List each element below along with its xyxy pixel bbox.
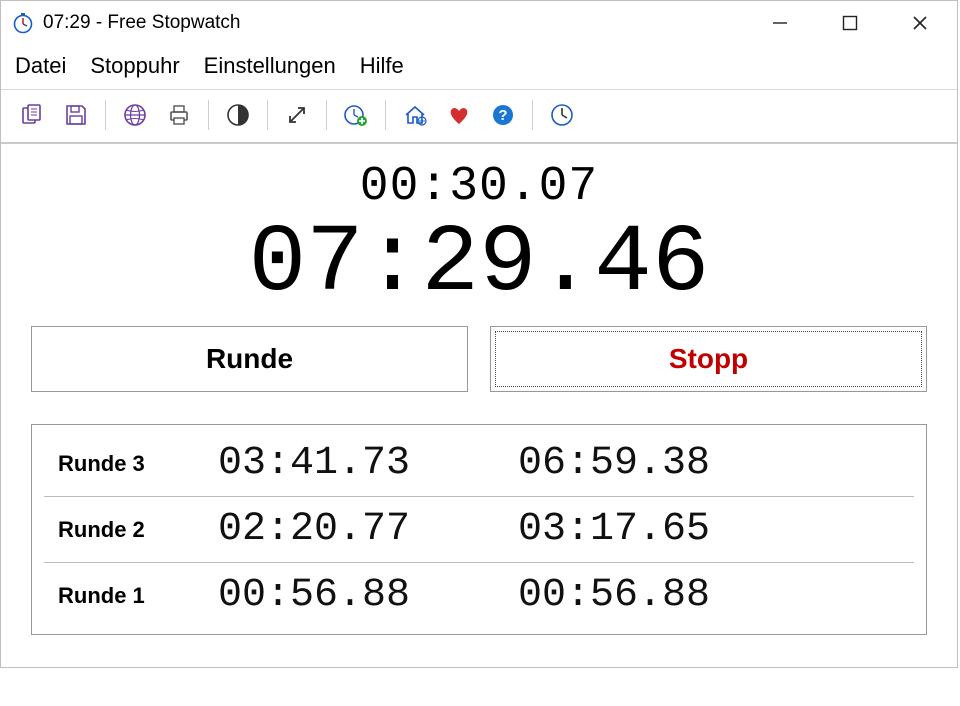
lap-row: Runde 2 02:20.77 03:17.65 bbox=[44, 497, 914, 563]
toolbar-separator bbox=[267, 100, 268, 130]
lap-total-time: 06:59.38 bbox=[518, 441, 818, 486]
save-icon[interactable] bbox=[59, 98, 93, 132]
stop-button[interactable]: Stopp bbox=[490, 326, 927, 392]
toolbar: ? bbox=[1, 90, 957, 144]
window-title: 07:29 - Free Stopwatch bbox=[43, 12, 745, 34]
lap-split-time: 02:20.77 bbox=[218, 507, 518, 552]
laps-panel: Runde 3 03:41.73 06:59.38 Runde 2 02:20.… bbox=[31, 424, 927, 635]
toolbar-separator bbox=[105, 100, 106, 130]
lap-total-time: 00:56.88 bbox=[518, 573, 818, 618]
toolbar-separator bbox=[208, 100, 209, 130]
lap-row: Runde 3 03:41.73 06:59.38 bbox=[44, 431, 914, 497]
toolbar-separator bbox=[326, 100, 327, 130]
lap-label: Runde 3 bbox=[58, 451, 218, 477]
lap-split-time: 03:41.73 bbox=[218, 441, 518, 486]
menu-settings[interactable]: Einstellungen bbox=[204, 53, 336, 79]
add-clock-icon[interactable] bbox=[339, 98, 373, 132]
help-icon[interactable]: ? bbox=[486, 98, 520, 132]
home-icon[interactable] bbox=[398, 98, 432, 132]
window-controls bbox=[745, 1, 955, 45]
lap-row: Runde 1 00:56.88 00:56.88 bbox=[44, 563, 914, 628]
toolbar-separator bbox=[532, 100, 533, 130]
time-display: 00:30.07 07:29.46 Runde Stopp bbox=[1, 144, 957, 420]
lap-label: Runde 1 bbox=[58, 583, 218, 609]
lap-split-time: 00:56.88 bbox=[218, 573, 518, 618]
fullscreen-icon[interactable] bbox=[280, 98, 314, 132]
lap-button[interactable]: Runde bbox=[31, 326, 468, 392]
globe-icon[interactable] bbox=[118, 98, 152, 132]
lap-total-time: 03:17.65 bbox=[518, 507, 818, 552]
menu-file[interactable]: Datei bbox=[15, 53, 66, 79]
current-lap-time: 00:30.07 bbox=[360, 160, 598, 214]
menubar: Datei Stoppuhr Einstellungen Hilfe bbox=[1, 45, 957, 90]
svg-text:?: ? bbox=[498, 107, 507, 124]
control-buttons: Runde Stopp bbox=[31, 326, 927, 392]
app-stopwatch-icon bbox=[11, 11, 35, 35]
toolbar-separator bbox=[385, 100, 386, 130]
titlebar: 07:29 - Free Stopwatch bbox=[1, 1, 957, 45]
app-window: 07:29 - Free Stopwatch Datei Stoppuhr Ei… bbox=[0, 0, 958, 668]
main-elapsed-time: 07:29.46 bbox=[249, 216, 710, 312]
heart-icon[interactable] bbox=[442, 98, 476, 132]
copy-icon[interactable] bbox=[15, 98, 49, 132]
minimize-button[interactable] bbox=[745, 1, 815, 45]
contrast-icon[interactable] bbox=[221, 98, 255, 132]
close-button[interactable] bbox=[885, 1, 955, 45]
lap-label: Runde 2 bbox=[58, 517, 218, 543]
print-icon[interactable] bbox=[162, 98, 196, 132]
menu-help[interactable]: Hilfe bbox=[360, 53, 404, 79]
clock-icon[interactable] bbox=[545, 98, 579, 132]
menu-stopwatch[interactable]: Stoppuhr bbox=[90, 53, 179, 79]
maximize-button[interactable] bbox=[815, 1, 885, 45]
